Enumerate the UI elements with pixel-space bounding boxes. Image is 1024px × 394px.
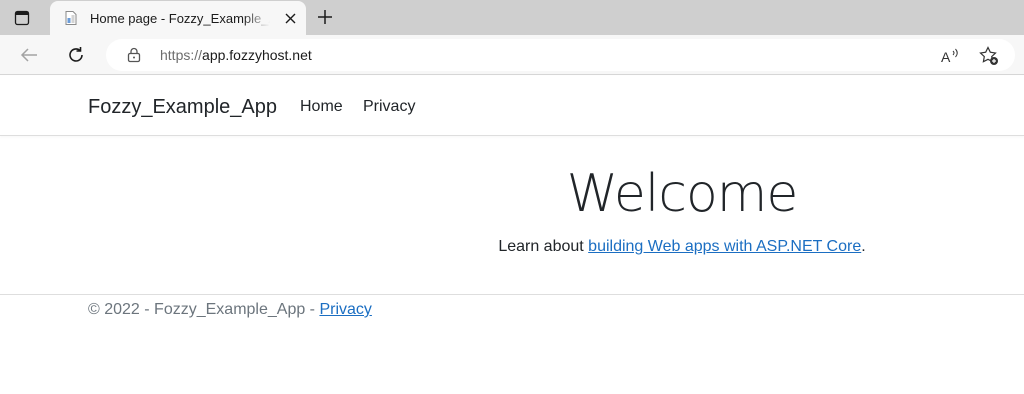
reload-icon[interactable] bbox=[64, 43, 88, 67]
copyright-text: © 2022 - Fozzy_Example_App - bbox=[88, 301, 320, 318]
back-arrow-icon[interactable] bbox=[17, 43, 41, 67]
browser-tab-active[interactable]: Home page - Fozzy_Example_App bbox=[50, 1, 306, 35]
site-brand-link[interactable]: Fozzy_Example_App bbox=[88, 95, 277, 119]
close-icon[interactable] bbox=[282, 10, 298, 26]
url-host: app.fozzyhost.net bbox=[202, 47, 312, 63]
url-text[interactable]: https://app.fozzyhost.net bbox=[160, 47, 312, 63]
intro-text: Learn about bbox=[498, 238, 589, 255]
tab-actions-icon[interactable] bbox=[11, 7, 33, 29]
plus-icon[interactable] bbox=[314, 6, 336, 28]
nav-link-privacy[interactable]: Privacy bbox=[363, 97, 415, 117]
lock-icon[interactable] bbox=[126, 47, 142, 63]
tab-strip: Home page - Fozzy_Example_App bbox=[0, 0, 1024, 35]
add-favorite-icon[interactable] bbox=[978, 45, 1000, 67]
footer-privacy-link[interactable]: Privacy bbox=[319, 301, 371, 318]
welcome-section: Welcome Learn about building Web apps wi… bbox=[0, 156, 1024, 259]
read-aloud-icon[interactable]: A bbox=[940, 45, 962, 67]
address-bar[interactable]: https://app.fozzyhost.net A bbox=[106, 39, 1015, 71]
footer-text: © 2022 - Fozzy_Example_App - Privacy bbox=[88, 300, 372, 320]
web-page: Fozzy_Example_App Home Privacy Welcome L… bbox=[0, 76, 1024, 394]
aspnet-docs-link[interactable]: building Web apps with ASP.NET Core bbox=[588, 238, 861, 255]
page-icon bbox=[62, 9, 80, 27]
svg-text:A: A bbox=[941, 49, 951, 64]
site-navbar: Fozzy_Example_App Home Privacy bbox=[0, 76, 1024, 136]
page-title: Welcome bbox=[566, 164, 799, 224]
intro-end: . bbox=[861, 238, 866, 255]
browser-toolbar: https://app.fozzyhost.net A bbox=[0, 35, 1024, 75]
nav-link-home[interactable]: Home bbox=[300, 97, 343, 117]
tab-title: Home page - Fozzy_Example_App bbox=[90, 10, 270, 26]
intro-paragraph: Learn about building Web apps with ASP.N… bbox=[0, 235, 1024, 259]
site-footer: © 2022 - Fozzy_Example_App - Privacy bbox=[0, 294, 1024, 394]
url-scheme: https:// bbox=[160, 47, 203, 63]
